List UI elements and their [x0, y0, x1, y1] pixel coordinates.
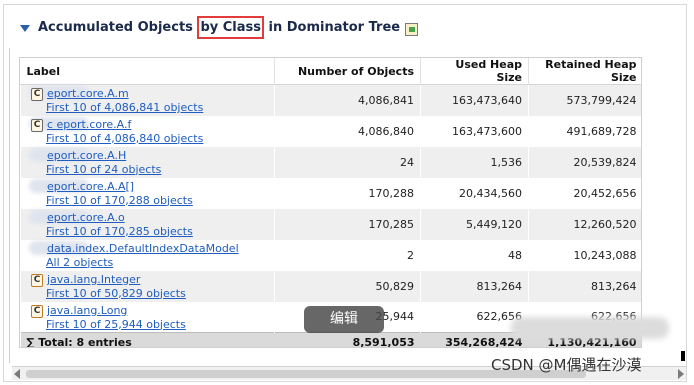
objects-link[interactable]: First 10 of 4,086,841 objects: [46, 101, 203, 114]
row-label-cell: eport.core.A.A[] First 10 of 170,288 obj…: [20, 177, 275, 209]
used-heap-cell: 48: [420, 239, 529, 271]
class-icon: C: [31, 118, 43, 132]
redacted-blur: [511, 317, 669, 339]
objects-table-wrapper: Label Number of Objects Used Heap Size R…: [19, 57, 642, 348]
title-suffix: in Dominator Tree: [264, 19, 401, 35]
class-name-link[interactable]: eport.core.A.m: [47, 87, 129, 100]
objects-cell: 4,086,841: [274, 84, 421, 116]
total-objects: 8,591,053: [274, 332, 421, 347]
table-row[interactable]: data.index.DefaultIndexDataModel All 2 o…: [20, 239, 641, 271]
section-title: Accumulated Objects by Class in Dominato…: [38, 15, 401, 39]
class-name-link[interactable]: data.index.DefaultIndexDataModel: [47, 242, 239, 255]
row-label-cell: data.index.DefaultIndexDataModel All 2 o…: [20, 239, 275, 271]
objects-cell: 50,829: [274, 270, 421, 302]
objects-cell: 170,285: [274, 208, 421, 240]
column-header-objects[interactable]: Number of Objects: [274, 58, 421, 85]
retained-heap-cell: 573,799,424: [528, 84, 641, 116]
objects-link[interactable]: First 10 of 170,285 objects: [46, 225, 193, 238]
objects-cell: 24: [274, 146, 421, 178]
retained-heap-cell: 20,539,824: [528, 146, 641, 178]
table-row[interactable]: C java.lang.Integer First 10 of 50,829 o…: [20, 270, 641, 302]
used-heap-cell: 1,536: [420, 146, 529, 178]
section-header: Accumulated Objects by Class in Dominato…: [20, 15, 419, 39]
table-row[interactable]: eport.core.A.H First 10 of 24 objects 24…: [20, 146, 641, 178]
text-cursor-icon: [681, 351, 685, 361]
class-icon: C: [31, 304, 43, 318]
table-row[interactable]: eport.core.A.o First 10 of 170,285 objec…: [20, 208, 641, 240]
objects-link[interactable]: First 10 of 4,086,840 objects: [46, 132, 203, 145]
objects-link[interactable]: First 10 of 50,829 objects: [46, 287, 186, 300]
row-label-cell: eport.core.A.o First 10 of 170,285 objec…: [20, 208, 275, 240]
objects-cell: 170,288: [274, 177, 421, 209]
retained-heap-cell: 12,260,520: [528, 208, 641, 240]
scroll-right-icon[interactable]: [678, 369, 684, 379]
export-icon[interactable]: [405, 22, 419, 36]
retained-heap-cell: 10,243,088: [528, 239, 641, 271]
used-heap-cell: 163,473,640: [420, 84, 529, 116]
row-label-cell: C java.lang.Long First 10 of 25,944 obje…: [20, 301, 275, 333]
class-name-link[interactable]: java.lang.Long: [47, 304, 127, 317]
class-icon: C: [31, 88, 43, 101]
objects-link[interactable]: First 10 of 170,288 objects: [46, 194, 193, 207]
class-name-link[interactable]: eport.core.A.H: [47, 149, 126, 162]
row-label-cell: C eport.core.A.m First 10 of 4,086,841 o…: [20, 84, 275, 116]
used-heap-cell: 20,434,560: [420, 177, 529, 209]
edit-button[interactable]: 编辑: [304, 306, 384, 333]
used-heap-cell: 163,473,600: [420, 115, 529, 147]
objects-table: Label Number of Objects Used Heap Size R…: [20, 58, 641, 347]
table-row[interactable]: eport.core.A.A[] First 10 of 170,288 obj…: [20, 177, 641, 209]
objects-link[interactable]: First 10 of 24 objects: [46, 163, 161, 176]
table-header-row: Label Number of Objects Used Heap Size R…: [20, 58, 641, 85]
title-highlight: by Class: [197, 15, 264, 39]
objects-cell: 4,086,840: [274, 115, 421, 147]
row-label-cell: eport.core.A.H First 10 of 24 objects: [20, 146, 275, 178]
table-row[interactable]: C c eport.core.A.f First 10 of 4,086,840…: [20, 115, 641, 147]
row-label-cell: C java.lang.Integer First 10 of 50,829 o…: [20, 270, 275, 302]
class-name-link[interactable]: eport.core.A.A[]: [47, 180, 134, 193]
row-label-cell: C c eport.core.A.f First 10 of 4,086,840…: [20, 115, 275, 147]
objects-link[interactable]: First 10 of 25,944 objects: [46, 318, 186, 331]
total-label: ∑ Total: 8 entries: [20, 332, 275, 347]
scroll-left-icon[interactable]: [14, 369, 20, 379]
class-icon: C: [31, 273, 43, 287]
retained-heap-cell: 491,689,728: [528, 115, 641, 147]
column-header-retained-heap[interactable]: Retained Heap Size: [528, 58, 641, 85]
retained-heap-cell: 813,264: [528, 270, 641, 302]
used-heap-cell: 5,449,120: [420, 208, 529, 240]
retained-heap-cell: 20,452,656: [528, 177, 641, 209]
used-heap-cell: 813,264: [420, 270, 529, 302]
class-name-link[interactable]: java.lang.Integer: [47, 273, 140, 286]
table-row[interactable]: C eport.core.A.m First 10 of 4,086,841 o…: [20, 84, 641, 116]
column-header-used-heap[interactable]: Used Heap Size: [420, 58, 529, 85]
collapse-arrow-icon[interactable]: [20, 24, 30, 32]
column-header-label[interactable]: Label: [20, 58, 275, 85]
class-name-link[interactable]: eport.core.A.o: [47, 211, 125, 224]
panel-left-rule: [9, 48, 10, 363]
objects-cell: 2: [274, 239, 421, 271]
watermark: CSDN @M偶遇在沙漠: [491, 356, 642, 374]
objects-link[interactable]: All 2 objects: [46, 256, 113, 269]
class-name-link[interactable]: c eport.core.A.f: [47, 118, 131, 131]
title-prefix: Accumulated Objects: [38, 19, 198, 35]
